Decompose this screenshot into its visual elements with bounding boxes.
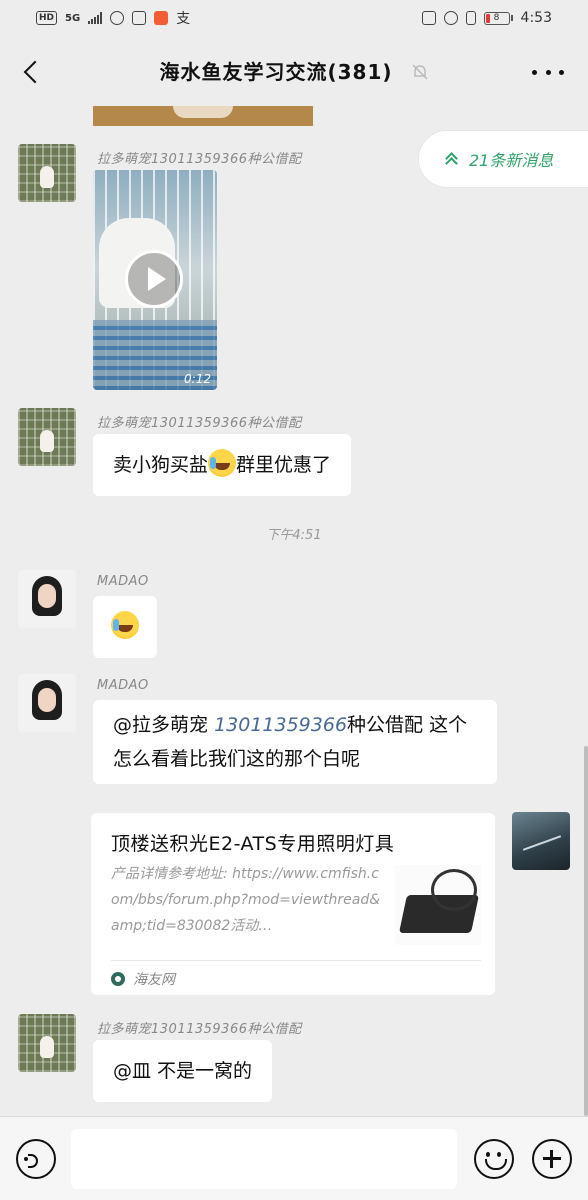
hd-icon: HD xyxy=(36,11,58,25)
mention[interactable]: @拉多萌宠 xyxy=(113,714,208,736)
source-logo-icon xyxy=(111,972,125,986)
new-messages-button[interactable]: 21条新消息 xyxy=(418,130,588,188)
message-text: 卖小狗买盐 xyxy=(113,454,209,476)
image-message-fragment[interactable] xyxy=(93,106,313,126)
status-bar-left: HD 5G 支 xyxy=(36,8,190,28)
chat-area[interactable]: 21条新消息 拉多萌宠13011359366种公借配 0:12 拉多萌宠1301… xyxy=(0,106,588,1116)
input-bar xyxy=(0,1116,588,1200)
card-divider xyxy=(111,960,481,961)
card-source-label: 海友网 xyxy=(133,972,175,988)
play-icon[interactable] xyxy=(125,250,183,308)
plus-icon[interactable] xyxy=(532,1139,572,1179)
time-separator: 下午4:51 xyxy=(266,528,322,543)
network-label: 5G xyxy=(65,12,81,24)
alipay-icon: 支 xyxy=(176,11,191,27)
alarm-icon xyxy=(443,11,458,25)
status-time: 4:53 xyxy=(520,10,552,26)
card-title: 顶楼送积光E2-ATS专用照明灯具 xyxy=(111,833,395,855)
avatar[interactable] xyxy=(18,144,76,202)
message-bubble[interactable]: @拉多萌宠 13011359366种公借配 这个怎么看着比我们这的那个白呢 xyxy=(93,700,497,784)
laugh-cry-emoji-icon xyxy=(208,449,237,477)
avatar[interactable] xyxy=(18,1014,76,1072)
card-description: 产品详情参考地址: https://www.cmfish.com/bbs/for… xyxy=(111,866,381,934)
status-bar: HD 5G 支 8 4:53 xyxy=(0,0,588,36)
signal-icon xyxy=(88,12,103,24)
more-dot xyxy=(559,69,564,75)
status-bar-right: 8 4:53 xyxy=(421,10,552,26)
battery-icon: 8 xyxy=(483,11,513,25)
sender-name: 拉多萌宠13011359366种公借配 xyxy=(97,416,302,431)
scrollbar[interactable] xyxy=(584,746,588,1116)
avatar[interactable] xyxy=(18,674,76,732)
laugh-cry-emoji-icon xyxy=(111,611,139,639)
voice-icon[interactable] xyxy=(16,1139,56,1179)
chat-title-wrap: 海水鱼友学习交流(381) xyxy=(0,56,588,85)
eye-icon xyxy=(110,11,125,25)
message-bubble[interactable]: @皿 不是一窝的 xyxy=(93,1040,273,1102)
emoji-message-bubble[interactable] xyxy=(93,596,157,658)
video-message[interactable]: 0:12 xyxy=(93,170,217,390)
smile-icon[interactable] xyxy=(474,1139,514,1179)
new-messages-label: 21条新消息 xyxy=(469,151,554,170)
card-thumbnail xyxy=(395,865,481,945)
more-dot xyxy=(532,69,537,75)
avatar[interactable] xyxy=(18,570,76,628)
card-source: 海友网 xyxy=(111,969,175,989)
message-input[interactable] xyxy=(71,1129,457,1189)
chat-header: 海水鱼友学习交流(381) xyxy=(0,36,588,106)
more-button[interactable] xyxy=(532,60,564,84)
phone-link[interactable]: 13011359366 xyxy=(214,714,347,736)
message-bubble[interactable]: 卖小狗买盐 群里优惠了 xyxy=(93,434,352,496)
chat-title: 海水鱼友学习交流(381) xyxy=(159,60,393,84)
link-card[interactable]: 顶楼送积光E2-ATS专用照明灯具 产品详情参考地址: https://www.… xyxy=(91,813,495,995)
avatar[interactable] xyxy=(18,408,76,466)
double-chevron-up-icon xyxy=(445,152,457,166)
bell-off-icon xyxy=(411,64,428,80)
sender-name: MADAO xyxy=(97,574,149,589)
sender-name: MADAO xyxy=(97,678,149,693)
vibrate-icon xyxy=(465,11,476,25)
more-dot xyxy=(545,69,551,75)
message-text: @皿 不是一窝的 xyxy=(113,1060,253,1082)
message-text: 群里优惠了 xyxy=(236,454,332,476)
nfc-icon xyxy=(421,11,436,25)
notification-app-icon xyxy=(154,11,169,25)
sender-name: 拉多萌宠13011359366种公借配 xyxy=(97,152,302,167)
sender-name: 拉多萌宠13011359366种公借配 xyxy=(97,1022,302,1037)
video-duration: 0:12 xyxy=(184,372,211,386)
battery-level: 8 xyxy=(483,11,510,25)
app-icon xyxy=(132,11,147,25)
my-avatar[interactable] xyxy=(512,812,570,870)
